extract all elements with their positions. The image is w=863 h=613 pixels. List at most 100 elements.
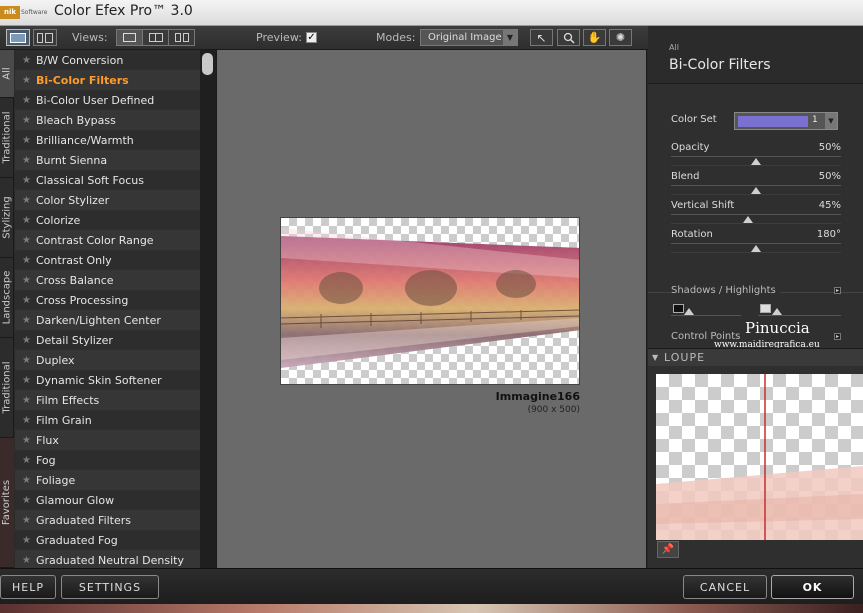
filter-list-item[interactable]: ★ Color Stylizer (15, 190, 200, 210)
slider-track[interactable] (671, 214, 841, 215)
filter-list-item[interactable]: ★ Glamour Glow (15, 490, 200, 510)
filter-list-item[interactable]: ★ Cross Balance (15, 270, 200, 290)
color-set-swatch (738, 116, 808, 127)
favorite-star-icon[interactable]: ★ (22, 115, 36, 126)
filter-list-item[interactable]: ★ Fog (15, 450, 200, 470)
favorite-star-icon[interactable]: ★ (22, 355, 36, 366)
view-side-by-side-button[interactable] (168, 29, 195, 46)
slider-thumb[interactable] (751, 158, 761, 165)
shadows-swatch[interactable] (673, 304, 684, 313)
filter-list-item[interactable]: ★ Graduated Neutral Density (15, 550, 200, 568)
modes-dropdown[interactable]: Original Image ▼ (420, 29, 518, 46)
favorite-star-icon[interactable]: ★ (22, 155, 36, 166)
filter-list-item[interactable]: ★ Duplex (15, 350, 200, 370)
favorite-star-icon[interactable]: ★ (22, 215, 36, 226)
favorite-star-icon[interactable]: ★ (22, 375, 36, 386)
filter-list-item[interactable]: ★ Darken/Lighten Center (15, 310, 200, 330)
hand-tool-button[interactable]: ✋ (583, 29, 606, 46)
filter-list-item[interactable]: ★ Foliage (15, 470, 200, 490)
filter-list-scrollbar[interactable] (200, 50, 216, 568)
favorite-star-icon[interactable]: ★ (22, 135, 36, 146)
filter-list-item[interactable]: ★ Graduated Fog (15, 530, 200, 550)
slider-track[interactable] (671, 185, 841, 186)
favorite-star-icon[interactable]: ★ (22, 75, 36, 86)
filter-list-item[interactable]: ★ Bi-Color Filters (15, 70, 200, 90)
favorite-star-icon[interactable]: ★ (22, 435, 36, 446)
favorite-star-icon[interactable]: ★ (22, 395, 36, 406)
color-set-dropdown[interactable]: 1 ▼ (734, 112, 838, 130)
tab-landscape[interactable]: Landscape (0, 258, 14, 338)
filter-list-item[interactable]: ★ Film Grain (15, 410, 200, 430)
filter-list-item[interactable]: ★ Dynamic Skin Softener (15, 370, 200, 390)
single-pane-button[interactable] (6, 29, 30, 46)
zoom-tool-button[interactable] (557, 29, 580, 46)
filter-list-item[interactable]: ★ Detail Stylizer (15, 330, 200, 350)
preview-image[interactable] (280, 217, 580, 385)
shadows-slider-thumb[interactable] (684, 308, 694, 315)
filter-list-item[interactable]: ★ Film Effects (15, 390, 200, 410)
favorite-star-icon[interactable]: ★ (22, 415, 36, 426)
tab-traditional[interactable]: Traditional (0, 98, 14, 178)
filter-list-item[interactable]: ★ Graduated Filters (15, 510, 200, 530)
ok-button[interactable]: OK (771, 575, 854, 599)
filter-label: Burnt Sienna (36, 153, 108, 167)
pin-loupe-button[interactable]: 📌 (657, 541, 679, 558)
filter-list-item[interactable]: ★ Contrast Only (15, 250, 200, 270)
favorite-star-icon[interactable]: ★ (22, 95, 36, 106)
filter-list-item[interactable]: ★ Bleach Bypass (15, 110, 200, 130)
split-pane-button[interactable] (33, 29, 57, 46)
shadows-slider-track[interactable] (671, 315, 741, 316)
help-button[interactable]: HELP (0, 575, 56, 599)
favorite-star-icon[interactable]: ★ (22, 335, 36, 346)
tab-all[interactable]: All (0, 50, 14, 98)
favorite-star-icon[interactable]: ★ (22, 555, 36, 566)
favorite-star-icon[interactable]: ★ (22, 255, 36, 266)
favorite-star-icon[interactable]: ★ (22, 175, 36, 186)
image-pane-icon (10, 32, 26, 43)
loupe-view (656, 374, 863, 540)
tab-traditional-2[interactable]: Traditional (0, 338, 14, 438)
loupe-header[interactable]: ▼ LOUPE (648, 348, 863, 366)
favorite-star-icon[interactable]: ★ (22, 315, 36, 326)
highlights-swatch[interactable] (760, 304, 771, 313)
favorite-star-icon[interactable]: ★ (22, 455, 36, 466)
favorite-star-icon[interactable]: ★ (22, 535, 36, 546)
favorite-star-icon[interactable]: ★ (22, 515, 36, 526)
tab-stylizing[interactable]: Stylizing (0, 178, 14, 258)
slider-track[interactable] (671, 156, 841, 157)
view-single-button[interactable] (116, 29, 143, 46)
slider-thumb[interactable] (751, 245, 761, 252)
filter-list-item[interactable]: ★ Burnt Sienna (15, 150, 200, 170)
filter-list-item[interactable]: ★ Classical Soft Focus (15, 170, 200, 190)
filter-list-item[interactable]: ★ B/W Conversion (15, 50, 200, 70)
favorite-star-icon[interactable]: ★ (22, 275, 36, 286)
filter-list-item[interactable]: ★ Brilliance/Warmth (15, 130, 200, 150)
filter-list-item[interactable]: ★ Flux (15, 430, 200, 450)
preview-checkbox[interactable]: ✓ (306, 32, 317, 43)
highlights-slider-thumb[interactable] (772, 308, 782, 315)
cancel-button[interactable]: CANCEL (683, 575, 767, 599)
favorite-star-icon[interactable]: ★ (22, 55, 36, 66)
light-tool-button[interactable]: ✺ (609, 29, 632, 46)
view-split-button[interactable] (142, 29, 169, 46)
slider-thumb[interactable] (751, 187, 761, 194)
favorite-star-icon[interactable]: ★ (22, 295, 36, 306)
expand-control-points-button[interactable]: ▸ (834, 333, 841, 340)
filter-list-item[interactable]: ★ Bi-Color User Defined (15, 90, 200, 110)
slider-thumb[interactable] (742, 216, 753, 223)
slider-track[interactable] (671, 243, 841, 244)
pointer-tool-button[interactable]: ↖ (530, 29, 553, 46)
scrollbar-thumb[interactable] (202, 53, 213, 75)
filter-list-item[interactable]: ★ Colorize (15, 210, 200, 230)
filter-list-item[interactable]: ★ Contrast Color Range (15, 230, 200, 250)
chevron-down-icon: ▼ (652, 353, 660, 362)
filter-list-item[interactable]: ★ Cross Processing (15, 290, 200, 310)
favorite-star-icon[interactable]: ★ (22, 475, 36, 486)
settings-button[interactable]: SETTINGS (61, 575, 159, 599)
expand-shadows-button[interactable]: ▸ (834, 287, 841, 294)
highlights-slider-track[interactable] (758, 315, 841, 316)
favorite-star-icon[interactable]: ★ (22, 235, 36, 246)
favorite-star-icon[interactable]: ★ (22, 495, 36, 506)
favorite-star-icon[interactable]: ★ (22, 195, 36, 206)
tab-favorites[interactable]: Favorites (0, 438, 14, 568)
